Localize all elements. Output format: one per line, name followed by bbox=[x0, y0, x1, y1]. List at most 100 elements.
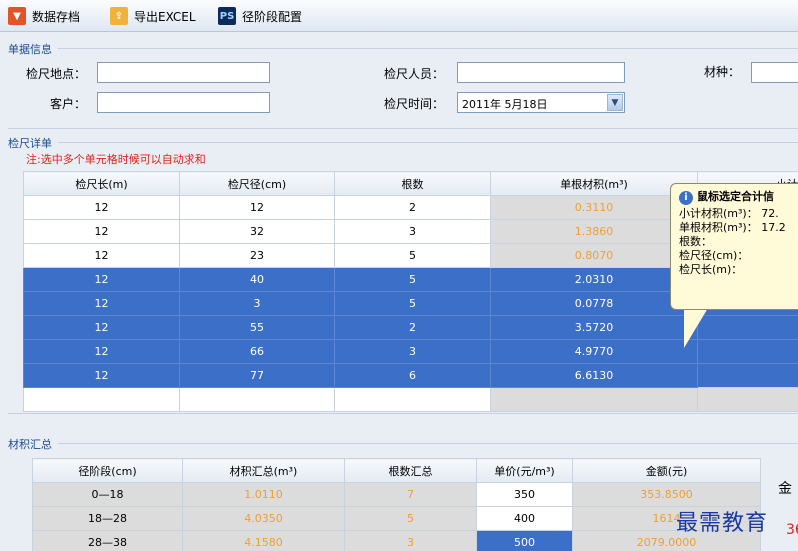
time-label: 检尺时间： bbox=[384, 97, 445, 111]
amount-side-label: 金 bbox=[778, 481, 792, 497]
col-header-range[interactable]: 径阶段(cm) bbox=[32, 458, 183, 483]
cell-range[interactable]: 18—28 bbox=[32, 506, 183, 531]
col-header-diameter[interactable]: 检尺径(cm) bbox=[179, 171, 335, 196]
cell-unit-volume[interactable]: 6.6130 bbox=[490, 363, 698, 388]
table-row[interactable]: 28—38 4.1580 3 500 2079.0000 bbox=[32, 530, 761, 551]
cell-subtotal[interactable] bbox=[697, 315, 798, 340]
config-label: 径阶段配置 bbox=[242, 9, 303, 24]
table-row[interactable]: 126634.97701 bbox=[23, 339, 798, 364]
summary-table: 径阶段(cm) 材积汇总(m³) 根数汇总 单价(元/m³) 金额(元) 0—1… bbox=[32, 458, 761, 551]
export-label: 导出EXCEL bbox=[134, 9, 196, 24]
cell-unit-volume[interactable]: 1.3860 bbox=[490, 219, 698, 244]
cell-count[interactable]: 2 bbox=[334, 195, 491, 220]
table-row[interactable]: 18—28 4.0350 5 400 1614 bbox=[32, 506, 761, 531]
cell-amount[interactable]: 353.8500 bbox=[572, 482, 761, 507]
cell-range[interactable]: 28—38 bbox=[32, 530, 183, 551]
tooltip-title-row: i 鼠标选定合计信 bbox=[679, 190, 796, 205]
doc-info-title: 单据信息 bbox=[8, 43, 52, 56]
customer-field[interactable] bbox=[97, 92, 270, 113]
config-button[interactable]: PS 径阶段配置 bbox=[218, 5, 302, 27]
table-row[interactable] bbox=[23, 387, 798, 412]
cell-count[interactable]: 5 bbox=[334, 243, 491, 268]
cell-diameter[interactable] bbox=[179, 387, 335, 412]
cell-volume-sum[interactable]: 1.0110 bbox=[182, 482, 345, 507]
amount-side-red: 36 bbox=[786, 522, 798, 538]
detail-title: 检尺详单 bbox=[8, 137, 52, 150]
cell-volume-sum[interactable]: 4.1580 bbox=[182, 530, 345, 551]
customer-label: 客户： bbox=[50, 97, 87, 111]
cell-subtotal[interactable] bbox=[697, 387, 798, 412]
tooltip-line: 根数： bbox=[679, 235, 712, 248]
cell-length[interactable]: 12 bbox=[23, 195, 180, 220]
cell-range[interactable]: 0—18 bbox=[32, 482, 183, 507]
cell-length[interactable]: 12 bbox=[23, 363, 180, 388]
cell-unit-volume[interactable]: 2.0310 bbox=[490, 267, 698, 292]
ps-icon: PS bbox=[218, 7, 236, 25]
cell-count[interactable]: 6 bbox=[334, 363, 491, 388]
cell-price[interactable]: 350 bbox=[476, 482, 573, 507]
cell-length[interactable] bbox=[23, 387, 180, 412]
cell-unit-volume[interactable]: 0.0778 bbox=[490, 291, 698, 316]
cell-price[interactable]: 500 bbox=[476, 530, 573, 551]
inspector-label: 检尺人员： bbox=[384, 67, 445, 81]
chevron-down-icon[interactable]: ▼ bbox=[607, 94, 623, 111]
cell-diameter[interactable]: 3 bbox=[179, 291, 335, 316]
cell-length[interactable]: 12 bbox=[23, 339, 180, 364]
cell-diameter[interactable]: 55 bbox=[179, 315, 335, 340]
col-header-count-sum[interactable]: 根数汇总 bbox=[344, 458, 477, 483]
cell-diameter[interactable]: 23 bbox=[179, 243, 335, 268]
location-field[interactable] bbox=[97, 62, 270, 83]
cell-price[interactable]: 400 bbox=[476, 506, 573, 531]
inspector-field[interactable] bbox=[457, 62, 625, 83]
cell-length[interactable]: 12 bbox=[23, 243, 180, 268]
col-header-volume-sum[interactable]: 材积汇总(m³) bbox=[182, 458, 345, 483]
cell-subtotal[interactable]: 3 bbox=[697, 363, 798, 388]
cell-diameter[interactable]: 32 bbox=[179, 219, 335, 244]
cell-count-sum[interactable]: 7 bbox=[344, 482, 477, 507]
cell-count[interactable]: 3 bbox=[334, 219, 491, 244]
col-header-count[interactable]: 根数 bbox=[334, 171, 491, 196]
divider bbox=[8, 128, 798, 129]
cell-unit-volume[interactable]: 3.5720 bbox=[490, 315, 698, 340]
cell-length[interactable]: 12 bbox=[23, 291, 180, 316]
divider bbox=[58, 142, 798, 143]
cell-volume-sum[interactable]: 4.0350 bbox=[182, 506, 345, 531]
cell-length[interactable]: 12 bbox=[23, 267, 180, 292]
col-header-unit-volume[interactable]: 单根材积(m³) bbox=[490, 171, 698, 196]
cell-diameter[interactable]: 40 bbox=[179, 267, 335, 292]
table-row[interactable]: 127766.61303 bbox=[23, 363, 798, 388]
toolbar: ▼ 数据存档 ⇪ 导出EXCEL PS 径阶段配置 bbox=[0, 0, 798, 32]
table-row[interactable]: 12 55 2 3.5720 bbox=[23, 315, 798, 340]
cell-subtotal[interactable]: 1 bbox=[697, 339, 798, 364]
table-row[interactable]: 0—18 1.0110 7 350 353.8500 bbox=[32, 482, 761, 507]
cell-unit-volume[interactable]: 4.9770 bbox=[490, 339, 698, 364]
species-label: 材种： bbox=[704, 65, 741, 79]
col-header-amount[interactable]: 金额(元) bbox=[572, 458, 761, 483]
save-icon: ▼ bbox=[8, 7, 26, 25]
species-field[interactable] bbox=[751, 62, 798, 83]
cell-diameter[interactable]: 12 bbox=[179, 195, 335, 220]
tooltip-title: 鼠标选定合计信 bbox=[697, 190, 774, 203]
divider bbox=[8, 413, 798, 414]
cell-unit-volume[interactable]: 0.8070 bbox=[490, 243, 698, 268]
cell-unit-volume[interactable] bbox=[490, 387, 698, 412]
cell-count[interactable]: 5 bbox=[334, 267, 491, 292]
cell-count-sum[interactable]: 5 bbox=[344, 506, 477, 531]
cell-count[interactable]: 2 bbox=[334, 315, 491, 340]
cell-length[interactable]: 12 bbox=[23, 315, 180, 340]
cell-count-sum[interactable]: 3 bbox=[344, 530, 477, 551]
cell-count[interactable] bbox=[334, 387, 491, 412]
export-excel-button[interactable]: ⇪ 导出EXCEL bbox=[110, 5, 196, 27]
cell-unit-volume[interactable]: 0.3110 bbox=[490, 195, 698, 220]
cell-diameter[interactable]: 66 bbox=[179, 339, 335, 364]
col-header-length[interactable]: 检尺长(m) bbox=[23, 171, 180, 196]
date-picker[interactable]: 2011年 5月18日 ▼ bbox=[457, 92, 625, 113]
info-icon: i bbox=[679, 191, 693, 205]
tooltip-line: 单根材积(m³)： 17.2 bbox=[679, 221, 786, 234]
save-button[interactable]: ▼ 数据存档 bbox=[8, 5, 80, 27]
cell-diameter[interactable]: 77 bbox=[179, 363, 335, 388]
col-header-price[interactable]: 单价(元/m³) bbox=[476, 458, 573, 483]
cell-count[interactable]: 5 bbox=[334, 291, 491, 316]
cell-count[interactable]: 3 bbox=[334, 339, 491, 364]
cell-length[interactable]: 12 bbox=[23, 219, 180, 244]
